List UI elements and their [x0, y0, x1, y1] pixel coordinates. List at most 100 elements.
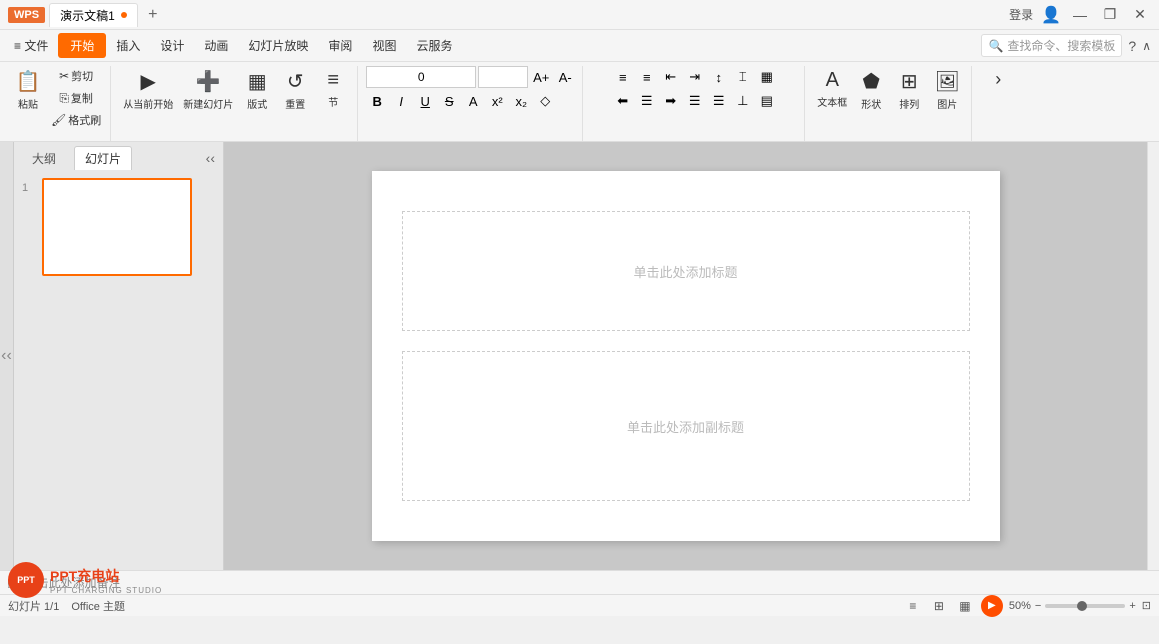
decrease-indent-button[interactable]: ⇤: [660, 66, 682, 88]
clear-format-button[interactable]: ◇: [534, 90, 556, 112]
title-placeholder[interactable]: 单击此处添加标题: [402, 211, 970, 331]
new-slide-button[interactable]: ➕ 新建幻灯片: [179, 66, 237, 114]
slide-canvas[interactable]: 单击此处添加标题 单击此处添加副标题: [372, 171, 1000, 541]
minimize-button[interactable]: —: [1069, 4, 1091, 26]
align-row: ⬅ ☰ ➡ ☰ ☰ ⊥ ▤: [612, 90, 778, 112]
layout-button[interactable]: ▦ 版式: [239, 66, 275, 114]
panel-collapse-button[interactable]: ‹‹: [0, 142, 14, 570]
textbox-button[interactable]: A 文本框: [813, 66, 851, 112]
reset-button[interactable]: ↺ 重置: [277, 66, 313, 114]
zoom-plus-button[interactable]: +: [1129, 600, 1135, 612]
subscript-button[interactable]: x₂: [510, 90, 532, 112]
bold-button[interactable]: B: [366, 90, 388, 112]
search-box[interactable]: 🔍 查找命令、搜索模板: [981, 34, 1122, 57]
slides-group-content: ▶ 从当前开始 ➕ 新建幻灯片 ▦ 版式 ↺ 重置 ≡ 节: [119, 66, 351, 141]
reset-label: 重置: [285, 96, 305, 111]
format-painter-button[interactable]: 🖌 格式刷: [48, 110, 104, 130]
menu-insert-label: 插入: [116, 39, 140, 53]
play-slideshow-button[interactable]: ▶: [981, 595, 1003, 617]
document-tab[interactable]: 演示文稿1: [49, 3, 138, 27]
cut-button[interactable]: ✂ 剪切: [48, 66, 104, 86]
zoom-minus-button[interactable]: −: [1035, 600, 1041, 612]
distributed-button[interactable]: ☰: [708, 90, 730, 112]
underline-button[interactable]: U: [414, 90, 436, 112]
help-button[interactable]: ?: [1128, 38, 1136, 54]
superscript-button[interactable]: x²: [486, 90, 508, 112]
line-spacing-button[interactable]: ↕: [708, 66, 730, 88]
menu-cloud-label: 云服务: [416, 39, 452, 53]
align-left-button[interactable]: ⬅: [612, 90, 634, 112]
increase-indent-button[interactable]: ⇥: [684, 66, 706, 88]
align-right-button[interactable]: ➡: [660, 90, 682, 112]
italic-button[interactable]: I: [390, 90, 412, 112]
image-button[interactable]: 🖼 图片: [929, 66, 965, 114]
paste-button[interactable]: 📋 粘贴: [10, 66, 46, 114]
font-name-input[interactable]: [478, 66, 528, 88]
new-tab-button[interactable]: +: [142, 4, 164, 26]
font-size-input[interactable]: [366, 66, 476, 88]
close-button[interactable]: ✕: [1129, 4, 1151, 26]
copy-button[interactable]: ⎘ 复制: [48, 88, 104, 108]
ribbon-collapse-button[interactable]: ∧: [1142, 39, 1151, 53]
menu-insert[interactable]: 插入: [106, 33, 150, 58]
section-button[interactable]: ≡ 节: [315, 66, 351, 112]
more-button[interactable]: ›: [980, 66, 1016, 93]
tab-slides[interactable]: 幻灯片: [74, 146, 132, 170]
more-content: ›: [980, 66, 1016, 141]
tab-outline[interactable]: 大纲: [22, 147, 66, 170]
text-direction-button[interactable]: ⌶: [732, 66, 754, 88]
smart-art-button[interactable]: ▤: [756, 90, 778, 112]
cut-label: 剪切: [71, 68, 93, 84]
subtitle-placeholder[interactable]: 单击此处添加副标题: [402, 351, 970, 501]
menu-design[interactable]: 设计: [150, 33, 194, 58]
menu-cloud[interactable]: 云服务: [406, 33, 462, 58]
numbering-button[interactable]: ≡: [636, 66, 658, 88]
menu-slideshow[interactable]: 幻灯片放映: [238, 33, 318, 58]
panel-left-collapse-arrow[interactable]: ‹‹: [206, 150, 215, 166]
menu-design-label: 设计: [160, 39, 184, 53]
expand-view-button[interactable]: ⊡: [1142, 599, 1151, 612]
play-label: 从当前开始: [123, 96, 173, 111]
strikethrough-button[interactable]: S: [438, 90, 460, 112]
menu-view[interactable]: 视图: [362, 33, 406, 58]
align-center-button[interactable]: ☰: [636, 90, 658, 112]
login-button[interactable]: 登录: [1009, 6, 1033, 23]
font-color-button[interactable]: A: [462, 90, 484, 112]
menu-bar: ≡ 文件 开始 插入 设计 动画 幻灯片放映 审阅 视图 云服务 🔍 查找命令、…: [0, 30, 1159, 62]
decrease-font-button[interactable]: A-: [554, 66, 576, 88]
bullets-button[interactable]: ≡: [612, 66, 634, 88]
menu-home-label: 开始: [70, 39, 94, 53]
ribbon-group-paragraph: ≡ ≡ ⇤ ⇥ ↕ ⌶ ▦ ⬅ ☰ ➡ ☰ ☰ ⊥ ▤: [585, 66, 805, 141]
menu-view-label: 视图: [372, 39, 396, 53]
clipboard-buttons: ✂ 剪切 ⎘ 复制 🖌 格式刷: [48, 66, 104, 130]
section-icon: ≡: [327, 69, 339, 92]
shape-button[interactable]: ⬟ 形状: [853, 66, 889, 114]
menu-file[interactable]: ≡ 文件: [4, 33, 58, 58]
wps-logo[interactable]: WPS: [8, 7, 45, 23]
arrange-label: 排列: [899, 96, 919, 111]
grid-view-button[interactable]: ⊞: [929, 598, 949, 614]
slide-thumbnail[interactable]: [42, 178, 192, 276]
play-from-current-button[interactable]: ▶ 从当前开始: [119, 66, 177, 114]
title-bar-right: 登录 👤 — ❐ ✕: [1009, 4, 1151, 26]
menu-animation[interactable]: 动画: [194, 33, 238, 58]
user-icon[interactable]: 👤: [1041, 5, 1061, 25]
normal-view-button[interactable]: ≡: [903, 598, 923, 614]
zoom-thumb: [1077, 601, 1087, 611]
copy-label: 复制: [71, 90, 93, 106]
slide-number: 1: [22, 178, 36, 194]
column-button[interactable]: ▦: [756, 66, 778, 88]
subtitle-placeholder-text: 单击此处添加副标题: [627, 417, 744, 436]
new-slide-label: 新建幻灯片: [183, 96, 233, 111]
vertical-align-button[interactable]: ⊥: [732, 90, 754, 112]
arrange-icon: ⊞: [901, 69, 918, 94]
increase-font-button[interactable]: A+: [530, 66, 552, 88]
justify-button[interactable]: ☰: [684, 90, 706, 112]
zoom-slider[interactable]: [1045, 604, 1125, 608]
menu-home[interactable]: 开始: [58, 33, 106, 58]
arrange-button[interactable]: ⊞ 排列: [891, 66, 927, 114]
reader-view-button[interactable]: ▦: [955, 598, 975, 614]
restore-button[interactable]: ❐: [1099, 4, 1121, 26]
menu-right-area: 🔍 查找命令、搜索模板 ? ∧: [981, 34, 1151, 57]
menu-review[interactable]: 审阅: [318, 33, 362, 58]
